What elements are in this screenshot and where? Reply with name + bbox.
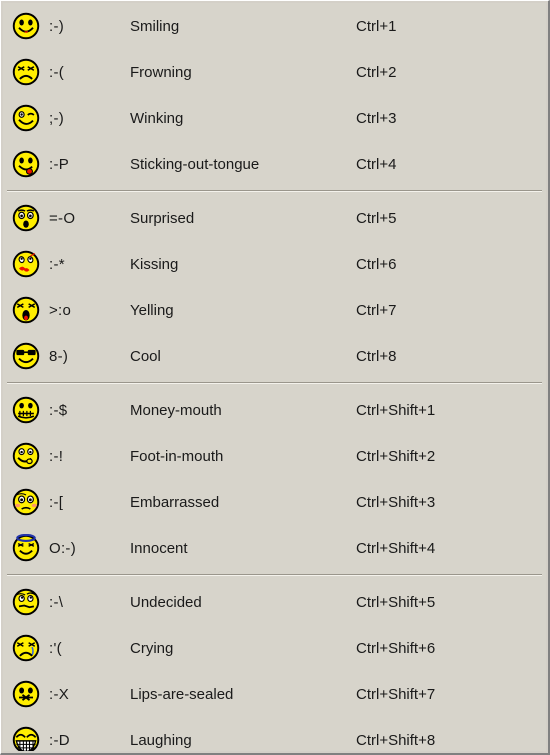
emoticon-name: Frowning <box>130 63 192 81</box>
crying-face-icon <box>3 634 49 662</box>
emoticon-code: :-X <box>49 685 70 703</box>
emoticon-code: :-* <box>49 255 65 273</box>
emoticon-shortcut: Ctrl+3 <box>356 109 397 127</box>
emoticon-code: O:-) <box>49 539 77 557</box>
frowning-face-icon <box>3 58 49 86</box>
emoticon-shortcut: Ctrl+Shift+3 <box>356 493 436 511</box>
emoticon-row[interactable]: :-( Frowning Ctrl+2 <box>3 49 546 95</box>
emoticon-row[interactable]: :-$ Money-mouth Ctrl+Shift+1 <box>3 387 546 433</box>
emoticon-shortcut: Ctrl+8 <box>356 347 397 365</box>
emoticon-code: :-! <box>49 447 64 465</box>
emoticon-code: 8-) <box>49 347 69 365</box>
emoticon-picker-panel: :-) Smiling Ctrl+1 :-( Frowning Ctrl+2 ;-) Wink… <box>0 0 550 755</box>
emoticon-row[interactable]: :-[ Embarrassed Ctrl+Shift+3 <box>3 479 546 525</box>
emoticon-code: :-P <box>49 155 70 173</box>
emoticon-row[interactable]: ;-) Winking Ctrl+3 <box>3 95 546 141</box>
laughing-face-icon <box>3 726 49 751</box>
emoticon-name: Surprised <box>130 209 195 227</box>
emoticon-name: Laughing <box>130 731 192 749</box>
emoticon-row[interactable]: >:o Yelling Ctrl+7 <box>3 287 546 333</box>
emoticon-shortcut: Ctrl+2 <box>356 63 397 81</box>
emoticon-shortcut: Ctrl+Shift+5 <box>356 593 436 611</box>
embarrassed-face-icon <box>3 488 49 516</box>
undecided-face-icon <box>3 588 49 616</box>
emoticon-group: :-$ Money-mouth Ctrl+Shift+1 :-! Foot-in-mou… <box>3 387 546 571</box>
yelling-face-icon <box>3 296 49 324</box>
emoticon-name: Cool <box>130 347 161 365</box>
emoticon-shortcut: Ctrl+Shift+8 <box>356 731 436 749</box>
emoticon-name: Embarrassed <box>130 493 220 511</box>
emoticon-shortcut: Ctrl+4 <box>356 155 397 173</box>
emoticon-row[interactable]: =-O Surprised Ctrl+5 <box>3 195 546 241</box>
emoticon-shortcut: Ctrl+Shift+6 <box>356 639 436 657</box>
emoticon-row[interactable]: :-\ Undecided Ctrl+Shift+5 <box>3 579 546 625</box>
kissing-face-icon <box>3 250 49 278</box>
group-separator <box>7 382 542 384</box>
emoticon-group: =-O Surprised Ctrl+5 :-* Kissing Ctrl+6 >:o Yel… <box>3 195 546 379</box>
emoticon-shortcut: Ctrl+6 <box>356 255 397 273</box>
emoticon-code: :-D <box>49 731 70 749</box>
emoticon-code: :-( <box>49 63 65 81</box>
emoticon-name: Winking <box>130 109 184 127</box>
emoticon-code: :'( <box>49 639 62 657</box>
emoticon-list: :-) Smiling Ctrl+1 :-( Frowning Ctrl+2 ;-) Wink… <box>3 3 546 751</box>
emoticon-group: :-) Smiling Ctrl+1 :-( Frowning Ctrl+2 ;-) Wink… <box>3 3 546 187</box>
emoticon-row[interactable]: :'( Crying Ctrl+Shift+6 <box>3 625 546 671</box>
sticking-out-tongue-face-icon <box>3 150 49 178</box>
group-separator <box>7 190 542 192</box>
emoticon-name: Innocent <box>130 539 188 557</box>
smiling-face-icon <box>3 12 49 40</box>
emoticon-name: Lips-are-sealed <box>130 685 234 703</box>
lips-are-sealed-face-icon <box>3 680 49 708</box>
group-separator <box>7 574 542 576</box>
emoticon-name: Undecided <box>130 593 202 611</box>
emoticon-code: ;-) <box>49 109 65 127</box>
emoticon-code: :-$ <box>49 401 68 419</box>
emoticon-row[interactable]: :-! Foot-in-mouth Ctrl+Shift+2 <box>3 433 546 479</box>
emoticon-shortcut: Ctrl+1 <box>356 17 397 35</box>
emoticon-name: Money-mouth <box>130 401 222 419</box>
cool-face-icon <box>3 342 49 370</box>
winking-face-icon <box>3 104 49 132</box>
emoticon-shortcut: Ctrl+7 <box>356 301 397 319</box>
emoticon-row[interactable]: 8-) Cool Ctrl+8 <box>3 333 546 379</box>
emoticon-shortcut: Ctrl+Shift+2 <box>356 447 436 465</box>
emoticon-name: Crying <box>130 639 174 657</box>
emoticon-code: >:o <box>49 301 72 319</box>
emoticon-row[interactable]: :-* Kissing Ctrl+6 <box>3 241 546 287</box>
emoticon-row[interactable]: :-P Sticking-out-tongue Ctrl+4 <box>3 141 546 187</box>
emoticon-shortcut: Ctrl+Shift+4 <box>356 539 436 557</box>
emoticon-name: Sticking-out-tongue <box>130 155 260 173</box>
emoticon-code: :-\ <box>49 593 64 611</box>
emoticon-shortcut: Ctrl+Shift+1 <box>356 401 436 419</box>
emoticon-group: :-\ Undecided Ctrl+Shift+5 :'( Crying Ctrl+Sh… <box>3 579 546 751</box>
money-mouth-face-icon <box>3 396 49 424</box>
emoticon-code: :-) <box>49 17 65 35</box>
emoticon-name: Foot-in-mouth <box>130 447 224 465</box>
emoticon-row[interactable]: O:-) Innocent Ctrl+Shift+4 <box>3 525 546 571</box>
emoticon-name: Kissing <box>130 255 179 273</box>
emoticon-shortcut: Ctrl+5 <box>356 209 397 227</box>
emoticon-name: Smiling <box>130 17 180 35</box>
emoticon-row[interactable]: :-X Lips-are-sealed Ctrl+Shift+7 <box>3 671 546 717</box>
emoticon-row[interactable]: :-D Laughing Ctrl+Shift+8 <box>3 717 546 751</box>
emoticon-name: Yelling <box>130 301 174 319</box>
emoticon-row[interactable]: :-) Smiling Ctrl+1 <box>3 3 546 49</box>
innocent-face-icon <box>3 534 49 562</box>
emoticon-shortcut: Ctrl+Shift+7 <box>356 685 436 703</box>
foot-in-mouth-face-icon <box>3 442 49 470</box>
surprised-face-icon <box>3 204 49 232</box>
emoticon-code: :-[ <box>49 493 64 511</box>
emoticon-code: =-O <box>49 209 76 227</box>
